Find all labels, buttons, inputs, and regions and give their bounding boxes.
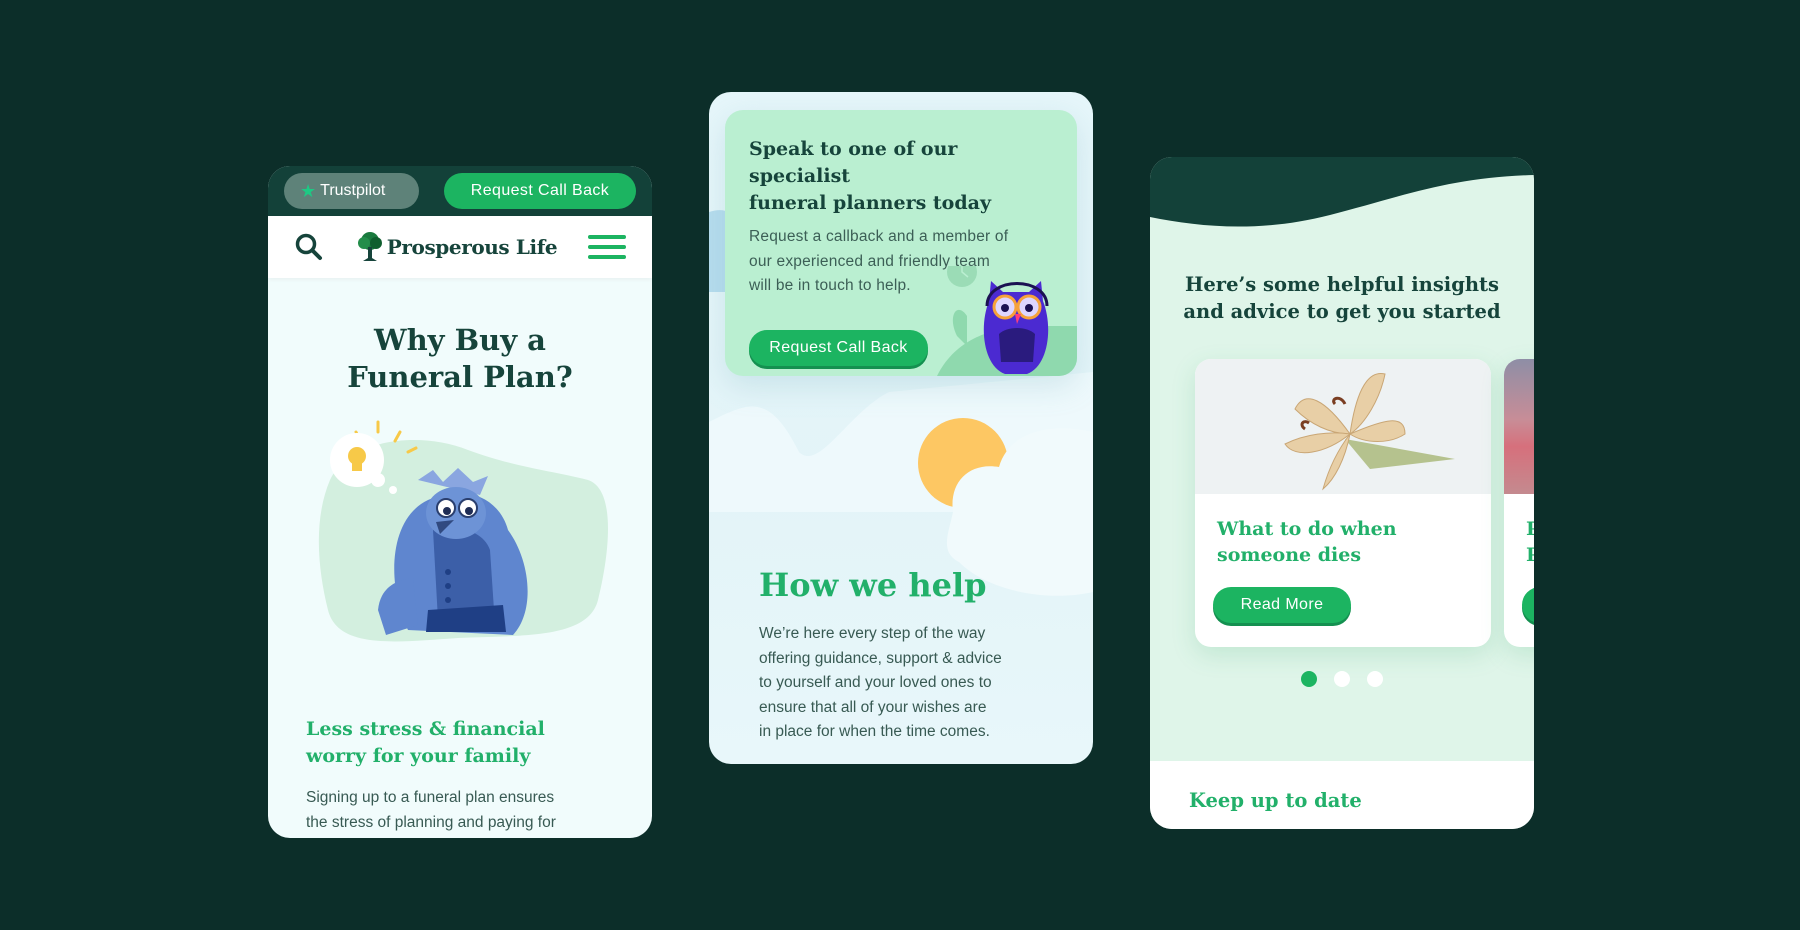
article-card[interactable]: What to do when someone dies Read More [1195,359,1491,647]
carousel-dot-1[interactable] [1301,671,1317,687]
carousel-pagination [1150,671,1534,687]
section-body: We’re here every step of the way offerin… [759,625,1002,740]
callback-callout: Speak to one of our specialist funeral pl… [725,110,1077,376]
section-subheading: Less stress & financial worry for your fa… [306,718,545,767]
keep-up-to-date-section: Keep up to date [1150,761,1534,829]
callout-title: Speak to one of our specialist funeral pl… [749,138,991,214]
section-body: Signing up to a funeral plan ensures the … [306,789,556,831]
owl-lightbulb-illustration [268,410,652,680]
owl-headset-illustration [937,266,1077,376]
read-more-button[interactable]: Read More [1522,587,1534,623]
request-callback-button[interactable]: Request Call Back [444,173,636,209]
logo[interactable]: Prosperous Life [355,231,558,263]
hamburger-menu-icon[interactable] [587,235,626,259]
carousel-dot-2[interactable] [1334,671,1350,687]
section-title: How we help [759,566,987,604]
card-title: What to do when someone dies [1217,518,1397,566]
screen-how-we-help: Speak to one of our specialist funeral pl… [709,92,1093,764]
sunset-image [1504,359,1534,494]
trustpilot-label: Trustpilot [320,182,386,199]
card-title: PP [1526,518,1534,566]
screen-insights: Here’s some helpful insights and advice t… [1150,157,1534,829]
read-more-button[interactable]: Read More [1213,587,1351,623]
star-icon: ★ [300,180,317,201]
tree-logo-icon [357,232,382,261]
keep-up-to-date-title: Keep up to date [1189,789,1362,812]
top-bar: ★ Trustpilot Request Call Back [268,166,652,216]
trustpilot-badge[interactable]: ★ Trustpilot [284,173,419,209]
article-card[interactable]: PP Read More [1504,359,1534,647]
request-callback-button[interactable]: Request Call Back [749,329,928,366]
page-title: Why Buy a Funeral Plan? [347,323,573,394]
dried-lily-image [1195,359,1491,494]
wave-header [1150,157,1534,227]
search-icon[interactable] [294,232,324,262]
insights-heading: Here’s some helpful insights and advice t… [1183,273,1501,323]
nav-bar: Prosperous Life [268,216,652,278]
carousel-dot-3[interactable] [1367,671,1383,687]
screen-why-buy: ★ Trustpilot Request Call Back Prosperou… [268,166,652,838]
logo-text: Prosperous Life [386,235,558,259]
